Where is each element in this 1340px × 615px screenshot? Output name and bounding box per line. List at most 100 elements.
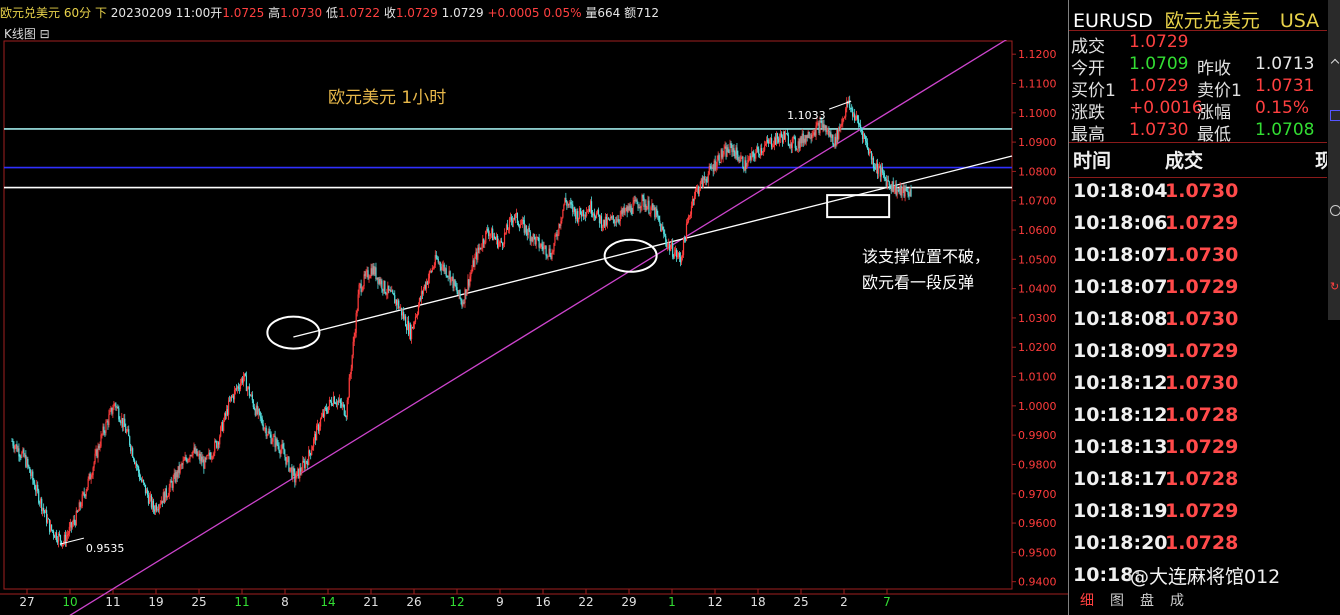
candle-body <box>233 390 236 400</box>
candles <box>11 95 912 549</box>
candle-body <box>843 118 845 120</box>
x-tick-label: 25 <box>793 595 808 609</box>
candle-body <box>740 157 742 161</box>
tick-price: 1.0729 <box>1165 436 1239 458</box>
x-tick-label: 14 <box>320 595 335 609</box>
y-tick-label: 1.0700 <box>1018 195 1057 208</box>
info-period: 60分 <box>63 6 92 20</box>
tick-price: 1.0729 <box>1165 500 1239 522</box>
x-tick-label: 27 <box>19 595 34 609</box>
open-value: 1.0709 <box>1129 54 1189 74</box>
candle-body <box>268 431 270 434</box>
candle-body <box>690 206 693 215</box>
tick-row: 10:18:06 1.0729 <box>1073 212 1238 234</box>
candle-body <box>776 133 779 139</box>
candle-body <box>71 524 73 528</box>
candle-body <box>864 136 867 142</box>
watermark: @大连麻将馆012 <box>1130 566 1281 588</box>
candle-body <box>100 434 102 447</box>
candle-body <box>223 421 225 431</box>
chevron-up-icon[interactable] <box>1330 58 1340 68</box>
candle-body <box>213 453 215 457</box>
candle-body <box>296 471 298 479</box>
candle-body <box>513 218 516 219</box>
candle-body <box>356 310 358 314</box>
candle-body <box>286 457 288 465</box>
candlestick-chart[interactable]: 1.1200 1.1100 1.1000 1.0900 1.0800 1.0700 1.06… <box>0 40 1068 615</box>
info-low: 1.0722 <box>337 6 380 20</box>
change-value: +0.0016 <box>1129 98 1203 118</box>
candle-body <box>33 480 35 484</box>
chart-area[interactable]: 欧元兑美元 60分 下 20230209 11:00开1.0725 高1.073… <box>0 0 1068 615</box>
candle-body <box>152 500 155 510</box>
candle-body <box>681 255 684 258</box>
candle-body <box>708 166 710 174</box>
candle-body <box>361 290 363 292</box>
candle-body <box>722 154 724 158</box>
y-tick-label: 0.9900 <box>1018 429 1057 442</box>
candle-body <box>640 205 642 209</box>
y-tick-label: 1.0500 <box>1018 253 1057 266</box>
candle-body <box>417 305 420 314</box>
tab-trades[interactable]: 成 <box>1170 590 1184 610</box>
circle-icon[interactable] <box>1330 205 1340 216</box>
candle-body <box>901 188 903 196</box>
candle-body <box>347 397 349 401</box>
candle-body <box>485 230 487 243</box>
candle-body <box>882 172 884 174</box>
info-open: 1.0725 <box>222 6 265 20</box>
candle-body <box>791 138 793 148</box>
candle-body <box>85 491 87 497</box>
candle-body <box>167 495 169 497</box>
tab-chart[interactable]: 图 <box>1110 590 1124 610</box>
candle-body <box>112 409 114 414</box>
candle-body <box>881 167 883 173</box>
candle-body <box>351 355 353 369</box>
candle-body <box>586 212 588 216</box>
divider <box>1069 142 1327 143</box>
candle-body <box>165 488 167 498</box>
refresh-icon[interactable]: ↻ <box>1330 280 1339 293</box>
candle-body <box>685 223 688 241</box>
candle-body <box>212 456 214 458</box>
candle-body <box>393 293 395 296</box>
candle-body <box>808 131 810 138</box>
candle-body <box>580 208 582 214</box>
square-icon[interactable] <box>1330 110 1340 121</box>
tab-book[interactable]: 盘 <box>1140 590 1154 610</box>
candle-body <box>659 220 661 224</box>
x-tick-label: 29 <box>621 595 636 609</box>
candle-body <box>312 446 314 451</box>
candle-body <box>445 268 447 277</box>
candle-body <box>549 248 551 256</box>
candle-body <box>593 213 596 217</box>
candle-body <box>663 229 665 235</box>
candle-body <box>705 179 707 182</box>
candle-body <box>796 148 798 150</box>
panel-scrollbar[interactable]: ↻ <box>1328 0 1340 320</box>
candle-body <box>784 133 787 140</box>
candle-body <box>752 151 754 153</box>
y-tick-label: 0.9800 <box>1018 458 1057 471</box>
candle-body <box>248 386 250 396</box>
candle-body <box>353 336 355 342</box>
trend-line <box>69 40 1008 615</box>
candle-body <box>757 147 759 150</box>
candle-body <box>27 458 29 466</box>
info-dir: 下 <box>94 6 107 20</box>
candle-body <box>392 290 394 294</box>
tab-detail[interactable]: 细 <box>1080 590 1094 610</box>
candle-body <box>520 223 522 225</box>
candle-body <box>665 235 667 242</box>
candle-body <box>191 455 193 456</box>
tick-row: 10:18:08 1.0730 <box>1073 308 1238 330</box>
candle-body <box>517 223 519 226</box>
support-box <box>826 194 891 219</box>
y-tick-label: 1.1200 <box>1018 48 1057 61</box>
candle-body <box>490 233 492 235</box>
candle-body <box>207 455 209 456</box>
candle-body <box>83 492 85 495</box>
candle-body <box>561 217 563 222</box>
candle-body <box>118 408 120 420</box>
tick-price: 1.0728 <box>1165 404 1239 426</box>
